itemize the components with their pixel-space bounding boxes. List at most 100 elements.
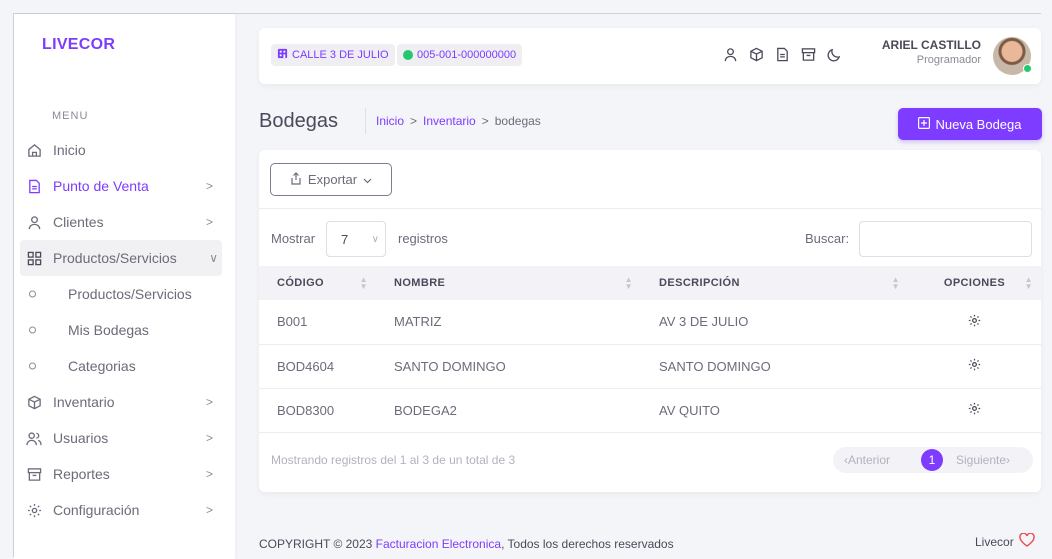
sidebar-item-label: Punto de Venta <box>53 178 149 194</box>
settings-gear-icon[interactable] <box>968 314 981 327</box>
column-header-opciones[interactable]: OPCIONES ▲ ▼ <box>908 266 1041 300</box>
table-info: Mostrando registros del 1 al 3 de un tot… <box>271 453 516 467</box>
sidebar-item-inventario[interactable]: Inventario > <box>14 384 235 420</box>
sidebar-item-productos-servicios[interactable]: Productos/Servicios ∨ <box>20 240 222 276</box>
topbar: CALLE 3 DE JULIO 005-001-000000000 ARIEL… <box>259 28 1041 84</box>
archive-icon[interactable] <box>800 46 816 62</box>
plus-square-icon <box>918 116 931 132</box>
store-chip[interactable]: CALLE 3 DE JULIO <box>271 44 395 66</box>
page-title: Bodegas <box>259 110 338 132</box>
box-icon[interactable] <box>748 46 764 62</box>
column-header-descripcion[interactable]: DESCRIPCIÓN ▲ ▼ <box>641 266 908 300</box>
new-warehouse-label: Nueva Bodega <box>935 116 1022 132</box>
cell-codigo: BOD8300 <box>259 388 376 433</box>
pagination-previous[interactable]: ‹Anterior <box>844 453 890 467</box>
sidebar-item-label: Productos/Servicios <box>53 250 177 266</box>
circle-icon <box>29 362 36 370</box>
column-header-nombre[interactable]: NOMBRE ▲ ▼ <box>376 266 641 300</box>
breadcrumb-link-inventario[interactable]: Inventario <box>423 114 476 128</box>
share-icon <box>290 171 302 188</box>
show-label: Mostrar <box>271 231 316 246</box>
sidebar-item-reportes[interactable]: Reportes > <box>14 456 235 492</box>
sidebar-item-label: Clientes <box>53 214 104 230</box>
user-name[interactable]: ARIEL CASTILLO <box>882 38 981 52</box>
document-icon[interactable] <box>774 46 790 62</box>
chevron-right-icon: > <box>205 395 213 409</box>
chevron-down-icon: ∨ <box>209 251 218 265</box>
records-label: registros <box>398 231 448 246</box>
copyright: COPYRIGHT © 2023 Facturacion Electronica… <box>259 537 674 551</box>
breadcrumb: Inicio > Inventario > bodegas <box>376 114 541 128</box>
sidebar-item-label: Inicio <box>53 142 86 158</box>
breadcrumb-separator: > <box>481 114 489 128</box>
sidebar-subitem-label: Productos/Servicios <box>68 286 192 302</box>
title-divider <box>365 108 366 134</box>
new-warehouse-button[interactable]: Nueva Bodega <box>898 108 1042 140</box>
cell-descripcion: AV QUITO <box>641 388 908 433</box>
copyright-suffix: , Todos los derechos reservados <box>501 537 674 551</box>
cell-opciones <box>908 388 1041 433</box>
sidebar: LIVECOR MENU Inicio Punto de Venta > Cli… <box>14 14 235 559</box>
grid-icon <box>26 250 42 266</box>
chevron-right-icon: > <box>205 215 213 229</box>
page-length-value: 7 <box>341 231 349 247</box>
chevron-right-icon: > <box>205 467 213 481</box>
gear-icon <box>26 502 42 518</box>
home-icon <box>26 142 42 158</box>
copyright-prefix: COPYRIGHT © 2023 <box>259 537 373 551</box>
receipt-icon <box>26 178 42 194</box>
chevron-down-icon <box>363 172 372 187</box>
sidebar-item-label: Inventario <box>53 394 115 410</box>
moon-icon[interactable] <box>826 46 842 62</box>
sidebar-subitem-productos-servicios[interactable]: Productos/Servicios <box>14 276 235 312</box>
user-role: Programador <box>916 54 981 66</box>
heart-icon <box>1018 532 1035 550</box>
sidebar-item-label: Configuración <box>53 502 140 518</box>
cell-codigo: BOD4604 <box>259 344 376 389</box>
sort-icon: ▲ ▼ <box>359 275 368 291</box>
copyright-link[interactable]: Facturacion Electronica <box>376 537 501 551</box>
divider <box>259 208 1041 209</box>
sidebar-subitem-categorias[interactable]: Categorias <box>14 348 235 384</box>
store-name: CALLE 3 DE JULIO <box>292 49 389 61</box>
cell-descripcion: AV 3 DE JULIO <box>641 300 908 345</box>
pagination-page-1[interactable]: 1 <box>921 449 943 471</box>
warehouses-table: CÓDIGO ▲ ▼ NOMBRE ▲ ▼ DESCRIPCIÓN ▲ ▼ OPCIONES… <box>259 266 1041 433</box>
sidebar-item-usuarios[interactable]: Usuarios > <box>14 420 235 456</box>
column-header-codigo[interactable]: CÓDIGO ▲ ▼ <box>259 266 376 300</box>
sidebar-subitem-mis-bodegas[interactable]: Mis Bodegas <box>14 312 235 348</box>
archive-icon <box>26 466 42 482</box>
pagination-next[interactable]: Siguiente› <box>956 453 1010 467</box>
settings-gear-icon[interactable] <box>968 402 981 415</box>
topbar-icons <box>722 46 842 62</box>
export-button[interactable]: Exportar <box>270 163 392 196</box>
table-header-row: CÓDIGO ▲ ▼ NOMBRE ▲ ▼ DESCRIPCIÓN ▲ ▼ OPCIONES… <box>259 266 1041 300</box>
cell-nombre: MATRIZ <box>376 300 641 345</box>
establishment-code: 005-001-000000000 <box>417 49 517 61</box>
chevron-down-icon: ∨ <box>371 233 379 245</box>
cell-nombre: SANTO DOMINGO <box>376 344 641 389</box>
online-status-icon <box>1023 64 1032 73</box>
sidebar-item-label: Reportes <box>53 466 110 482</box>
settings-gear-icon[interactable] <box>968 358 981 371</box>
sidebar-item-punto-de-venta[interactable]: Punto de Venta > <box>14 168 235 204</box>
table-row: BOD4604 SANTO DOMINGO SANTO DOMINGO <box>259 344 1041 389</box>
sort-icon: ▲ ▼ <box>1024 275 1033 291</box>
brand-logo[interactable]: LIVECOR <box>42 36 115 54</box>
footer-brand-label: Livecor <box>975 534 1014 549</box>
footer-brand: Livecor <box>975 532 1035 550</box>
avatar[interactable] <box>993 37 1032 75</box>
page-length-select[interactable]: 7 ∨ <box>326 221 386 257</box>
chevron-right-icon: > <box>205 431 213 445</box>
search-input[interactable] <box>859 221 1032 257</box>
sidebar-item-clientes[interactable]: Clientes > <box>14 204 235 240</box>
establishment-code-chip[interactable]: 005-001-000000000 <box>397 44 523 66</box>
sidebar-item-inicio[interactable]: Inicio <box>14 132 235 168</box>
sidebar-subitem-label: Mis Bodegas <box>68 322 149 338</box>
sidebar-item-configuracion[interactable]: Configuración > <box>14 492 235 528</box>
sidebar-subitem-label: Categorias <box>68 358 136 374</box>
pagination: ‹Anterior 1 Siguiente› <box>833 447 1033 473</box>
sidebar-nav: Inicio Punto de Venta > Clientes > Produ… <box>14 132 235 528</box>
breadcrumb-link-inicio[interactable]: Inicio <box>376 114 404 128</box>
user-icon[interactable] <box>722 46 738 62</box>
